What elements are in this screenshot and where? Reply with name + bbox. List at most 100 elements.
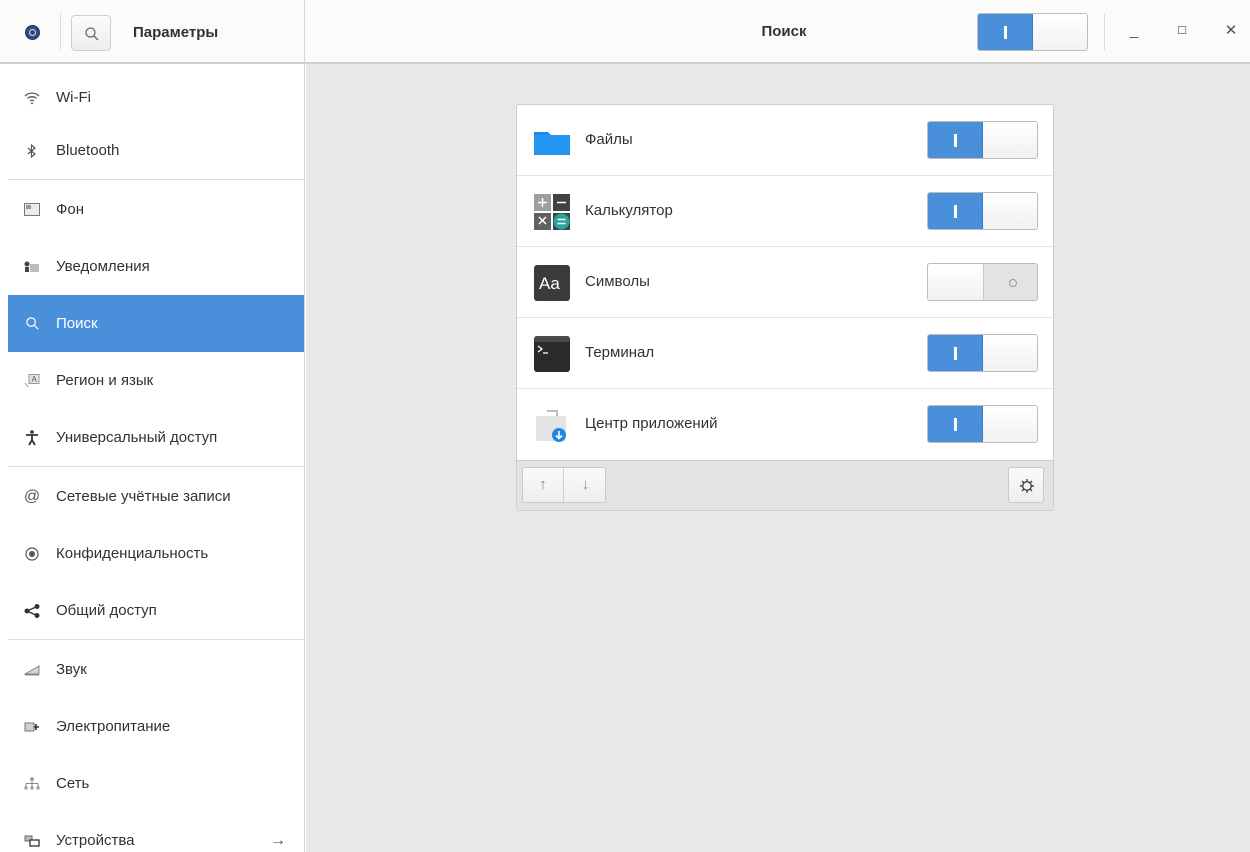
sidebar-divider	[8, 179, 304, 180]
characters-switch[interactable]	[927, 263, 1038, 301]
calculator-switch[interactable]	[927, 192, 1038, 230]
privacy-icon	[22, 525, 42, 582]
sidebar-item-background[interactable]: Фон	[8, 181, 304, 238]
sidebar-item-region-language[interactable]: A Регион и язык	[8, 352, 304, 409]
sidebar-item-notifications[interactable]: Уведомления	[8, 238, 304, 295]
move-down-button[interactable]: ↓	[565, 468, 606, 502]
list-item-label: Центр приложений	[585, 415, 718, 432]
list-item-label: Калькулятор	[585, 202, 673, 219]
accessibility-icon	[22, 409, 42, 466]
sidebar-item-label: Сетевые учётные записи	[56, 488, 231, 505]
sidebar-item-online-accounts[interactable]: @ Сетевые учётные записи	[8, 468, 304, 525]
sidebar-item-devices[interactable]: Устройства →	[8, 812, 304, 852]
list-toolbar: ↑ ↓	[517, 460, 1053, 510]
sidebar-item-privacy[interactable]: Конфиденциальность	[8, 525, 304, 582]
sidebar-item-label: Электропитание	[56, 718, 171, 735]
list-item[interactable]: Калькулятор	[517, 176, 1053, 247]
switch-knob	[983, 122, 1037, 158]
switch-knob	[928, 264, 984, 300]
header-bar: Параметры Поиск _ ☐ ✕	[0, 0, 1250, 64]
sidebar-item-label: Общий доступ	[56, 602, 157, 619]
page-title: Поиск	[761, 23, 807, 40]
power-icon	[22, 698, 42, 755]
switch-knob	[983, 335, 1037, 371]
characters-icon-text: Aa	[539, 274, 560, 293]
close-icon[interactable]: ✕	[1220, 20, 1242, 42]
list-item[interactable]: Терминал	[517, 318, 1053, 389]
terminal-icon	[534, 336, 570, 372]
characters-icon: Aa	[534, 265, 570, 301]
region-language-icon: A	[22, 352, 42, 409]
notifications-icon	[22, 238, 42, 295]
devices-icon	[22, 812, 42, 852]
switch-on-indicator	[978, 14, 1033, 50]
list-item[interactable]: Aa Символы	[517, 247, 1053, 318]
sidebar-item-wifi[interactable]: Wi-Fi	[8, 69, 304, 126]
switch-knob	[1033, 14, 1087, 50]
files-folder-icon	[534, 123, 570, 159]
sidebar-divider	[8, 466, 304, 467]
software-center-icon	[534, 407, 570, 443]
sidebar-item-label: Уведомления	[56, 258, 150, 275]
background-icon	[22, 181, 42, 238]
reorder-buttons: ↑ ↓	[522, 467, 606, 503]
switch-knob	[983, 406, 1037, 442]
list-item-label: Терминал	[585, 344, 655, 361]
switch-off-indicator	[984, 264, 1037, 300]
main-content: Файлы Калькулятор Aa Символы Терминал Це…	[306, 64, 1250, 852]
list-item-label: Файлы	[585, 131, 633, 148]
terminal-switch[interactable]	[927, 334, 1038, 372]
search-button[interactable]	[71, 15, 111, 51]
switch-on-indicator	[928, 122, 983, 158]
sidebar-item-label: Устройства	[56, 832, 135, 849]
sidebar-item-label: Универсальный доступ	[56, 429, 218, 446]
maximize-icon[interactable]: ☐	[1171, 20, 1193, 42]
sidebar-item-sharing[interactable]: Общий доступ	[8, 582, 304, 639]
search-providers-list: Файлы Калькулятор Aa Символы Терминал Це…	[516, 104, 1054, 511]
switch-knob	[983, 193, 1037, 229]
sidebar-item-label: Регион и язык	[56, 372, 154, 389]
switch-on-indicator	[928, 193, 983, 229]
switch-on-indicator	[928, 406, 983, 442]
header-left: Параметры	[0, 0, 305, 62]
sidebar-item-network[interactable]: Сеть	[8, 755, 304, 812]
share-icon	[22, 582, 42, 639]
bluetooth-icon	[22, 122, 42, 179]
move-up-button[interactable]: ↑	[523, 468, 564, 502]
list-item[interactable]: Файлы	[517, 105, 1053, 176]
list-item[interactable]: Центр приложений	[517, 389, 1053, 460]
sidebar-item-sound[interactable]: Звук	[8, 641, 304, 698]
search-master-switch[interactable]	[977, 13, 1088, 51]
sidebar-item-label: Поиск	[56, 315, 98, 332]
arrow-down-icon: ↓	[581, 476, 590, 493]
submenu-arrow-icon: →	[270, 832, 286, 849]
app-title: Параметры	[133, 24, 219, 41]
sidebar-item-power[interactable]: Электропитание	[8, 698, 304, 755]
sidebar-divider	[8, 639, 304, 640]
app-menu-icon[interactable]	[26, 26, 39, 39]
sidebar-item-label: Сеть	[56, 775, 90, 792]
sidebar-item-label: Wi-Fi	[56, 89, 91, 106]
sidebar-item-bluetooth[interactable]: Bluetooth	[8, 122, 304, 179]
gear-icon	[1020, 479, 1034, 493]
sidebar-item-label: Звук	[56, 661, 87, 678]
minimize-icon[interactable]: _	[1123, 20, 1145, 42]
online-accounts-icon: @	[23, 487, 41, 505]
sidebar-item-label: Bluetooth	[56, 142, 120, 159]
list-item-label: Символы	[585, 273, 650, 290]
switch-on-indicator	[928, 335, 983, 371]
calculator-icon	[534, 194, 570, 230]
sound-icon	[22, 641, 42, 698]
sidebar: Wi-Fi Bluetooth Фон Уведомления Поиск A …	[0, 64, 305, 852]
sidebar-item-label: Конфиденциальность	[56, 545, 209, 562]
svg-text:A: A	[32, 375, 38, 384]
search-icon	[22, 295, 42, 352]
settings-button[interactable]	[1008, 467, 1044, 503]
sidebar-item-accessibility[interactable]: Универсальный доступ	[8, 409, 304, 466]
software-center-switch[interactable]	[927, 405, 1038, 443]
wifi-icon	[22, 69, 42, 126]
network-icon	[22, 755, 42, 812]
header-divider-right	[1104, 14, 1105, 50]
sidebar-item-search[interactable]: Поиск	[8, 295, 304, 352]
files-switch[interactable]	[927, 121, 1038, 159]
